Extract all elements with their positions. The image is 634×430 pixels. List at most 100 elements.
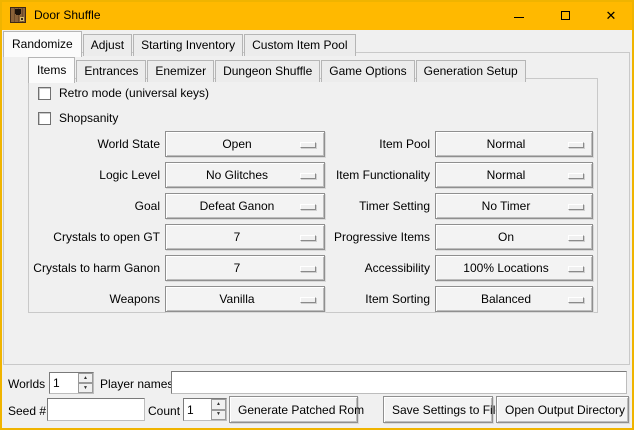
tab-randomize[interactable]: Randomize [3,31,82,57]
weapons-dropdown[interactable]: Vanilla [165,286,325,312]
weapons-value: Vanilla [174,292,300,306]
goal-value: Defeat Ganon [174,199,300,213]
accessibility-value: 100% Locations [444,261,568,275]
world-state-value: Open [174,137,300,151]
arrow-down-icon: ▼ [216,412,221,417]
world-state-dropdown[interactable]: Open [165,131,325,157]
tab-game-options[interactable]: Game Options [321,60,414,82]
dropdown-indicator-icon [300,297,316,303]
item-pool-value: Normal [444,137,568,151]
item-pool-dropdown[interactable]: Normal [435,131,593,157]
count-spin-up-button[interactable]: ▲ [211,399,226,410]
dropdown-indicator-icon [568,235,584,241]
goal-dropdown[interactable]: Defeat Ganon [165,193,325,219]
logic-level-label: Logic Level [20,168,160,182]
progressive-items-label: Progressive Items [326,230,430,244]
count-spin-arrows: ▲ ▼ [211,399,226,420]
maximize-button[interactable] [542,0,588,30]
accessibility-label: Accessibility [326,261,430,275]
seed-label: Seed # [8,404,46,418]
tab-generation-setup[interactable]: Generation Setup [416,60,526,82]
arrow-down-icon: ▼ [83,386,88,391]
item-functionality-value: Normal [444,168,568,182]
door-shuffle-window: Door Shuffle ✕ Randomize Adjust Starting… [0,0,634,430]
crystals-ganon-dropdown[interactable]: 7 [165,255,325,281]
tab-custom-item-pool[interactable]: Custom Item Pool [244,34,355,56]
main-tabbar: Randomize Adjust Starting Inventory Cust… [3,31,357,56]
tab-label: Starting Inventory [141,38,235,52]
crystals-gt-label: Crystals to open GT [20,230,160,244]
close-icon: ✕ [606,9,617,22]
tab-dungeon-shuffle[interactable]: Dungeon Shuffle [215,60,320,82]
item-sorting-dropdown[interactable]: Balanced [435,286,593,312]
worlds-spin-up-button[interactable]: ▲ [78,373,93,383]
dropdown-indicator-icon [300,235,316,241]
tab-label: Custom Item Pool [252,38,347,52]
shopsanity-checkbox[interactable] [38,112,51,125]
item-sorting-label: Item Sorting [326,292,430,306]
dropdown-indicator-icon [568,297,584,303]
generate-patched-rom-button[interactable]: Generate Patched Rom [229,396,358,423]
tab-label: Adjust [91,38,124,52]
tab-entrances[interactable]: Entrances [76,60,146,82]
worlds-spinner: ▲ ▼ [49,372,94,394]
open-output-directory-button[interactable]: Open Output Directory [496,396,629,423]
count-label: Count [148,404,180,418]
logic-level-value: No Glitches [174,168,300,182]
tab-adjust[interactable]: Adjust [83,34,132,56]
tab-starting-inventory[interactable]: Starting Inventory [133,34,243,56]
worlds-spin-down-button[interactable]: ▼ [78,383,93,393]
dropdown-indicator-icon [568,204,584,210]
tab-enemizer[interactable]: Enemizer [147,60,214,82]
arrow-up-icon: ▲ [83,376,88,381]
progressive-items-dropdown[interactable]: On [435,224,593,250]
tab-label: Game Options [329,64,406,78]
tab-label: Randomize [12,37,73,51]
item-functionality-dropdown[interactable]: Normal [435,162,593,188]
tab-label: Items [37,63,66,77]
minimize-button[interactable] [496,0,542,30]
dropdown-indicator-icon [568,142,584,148]
tab-label: Dungeon Shuffle [223,64,312,78]
titlebar[interactable]: Door Shuffle ✕ [0,0,634,30]
dropdown-indicator-icon [568,266,584,272]
sub-tabbar: Items Entrances Enemizer Dungeon Shuffle… [28,57,527,82]
crystals-ganon-label: Crystals to harm Ganon [20,261,160,275]
timer-setting-value: No Timer [444,199,568,213]
retro-mode-checkbox-row: Retro mode (universal keys) [38,86,209,100]
count-spin-down-button[interactable]: ▼ [211,410,226,421]
close-button[interactable]: ✕ [588,0,634,30]
arrow-up-icon: ▲ [216,402,221,407]
tab-label: Enemizer [155,64,206,78]
door-icon [10,7,26,23]
tab-items[interactable]: Items [28,57,75,83]
progressive-items-value: On [444,230,568,244]
logic-level-dropdown[interactable]: No Glitches [165,162,325,188]
dropdown-indicator-icon [300,266,316,272]
dropdown-indicator-icon [568,173,584,179]
crystals-gt-dropdown[interactable]: 7 [165,224,325,250]
worlds-input[interactable] [50,373,78,393]
accessibility-dropdown[interactable]: 100% Locations [435,255,593,281]
world-state-label: World State [20,137,160,151]
save-settings-button[interactable]: Save Settings to File [383,396,493,423]
dropdown-indicator-icon [300,173,316,179]
item-pool-label: Item Pool [326,137,430,151]
player-names-input[interactable] [171,371,627,394]
item-functionality-label: Item Functionality [326,168,430,182]
weapons-label: Weapons [20,292,160,306]
maximize-icon [561,11,570,20]
timer-setting-dropdown[interactable]: No Timer [435,193,593,219]
worlds-label: Worlds [8,377,45,391]
seed-input[interactable] [47,398,145,421]
shopsanity-label: Shopsanity [59,111,118,125]
goal-label: Goal [20,199,160,213]
crystals-gt-value: 7 [174,230,300,244]
tab-label: Entrances [84,64,138,78]
timer-setting-label: Timer Setting [326,199,430,213]
dropdown-indicator-icon [300,142,316,148]
count-input[interactable] [184,399,211,420]
retro-mode-checkbox[interactable] [38,87,51,100]
shopsanity-checkbox-row: Shopsanity [38,111,118,125]
tab-label: Generation Setup [424,64,518,78]
